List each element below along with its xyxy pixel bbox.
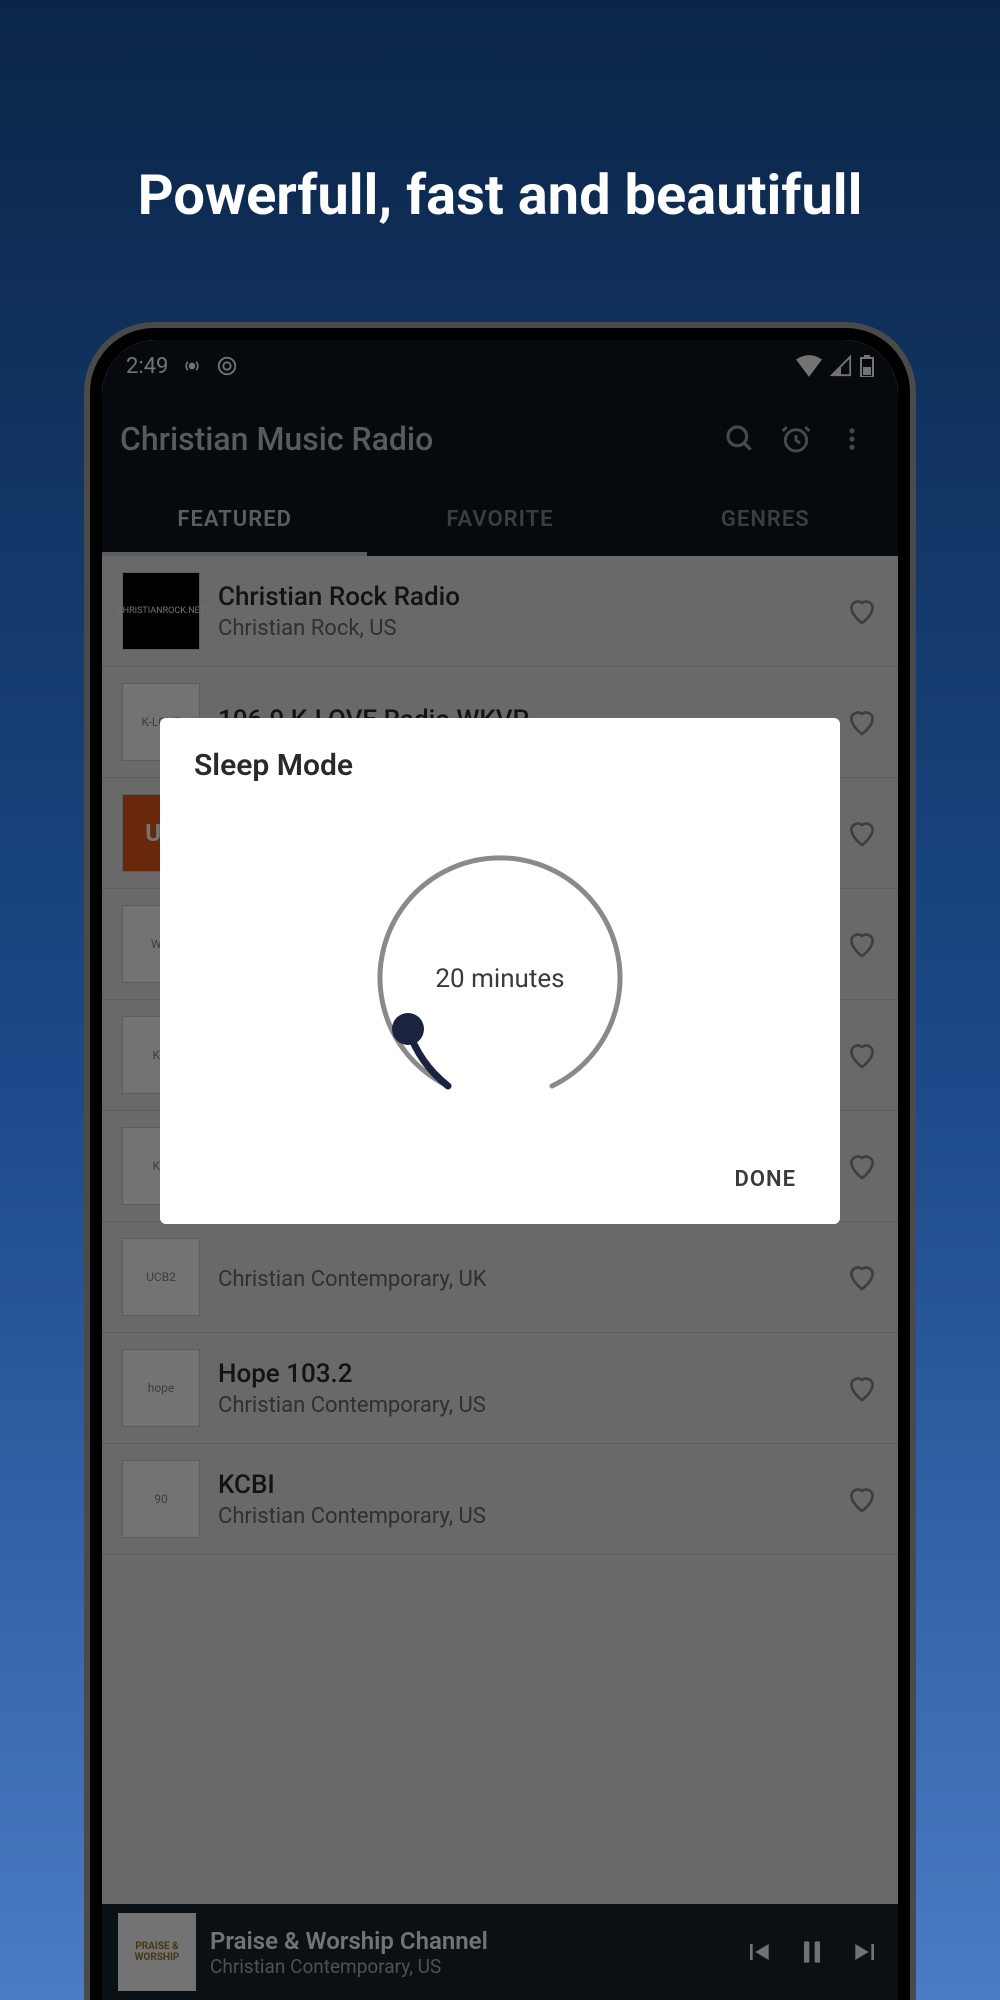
phone-screen: 2:49 Christi — [102, 340, 898, 2000]
dialog-title: Sleep Mode — [194, 748, 806, 783]
sleep-dial[interactable]: 20 minutes — [194, 803, 806, 1155]
sleep-mode-dialog: Sleep Mode 20 minutes DONE — [160, 718, 840, 1224]
dial-value: 20 minutes — [435, 964, 564, 994]
done-button[interactable]: DONE — [725, 1155, 806, 1204]
page-headline: Powerfull, fast and beautifull — [0, 0, 1000, 228]
phone-frame: 2:49 Christi — [84, 322, 916, 2000]
